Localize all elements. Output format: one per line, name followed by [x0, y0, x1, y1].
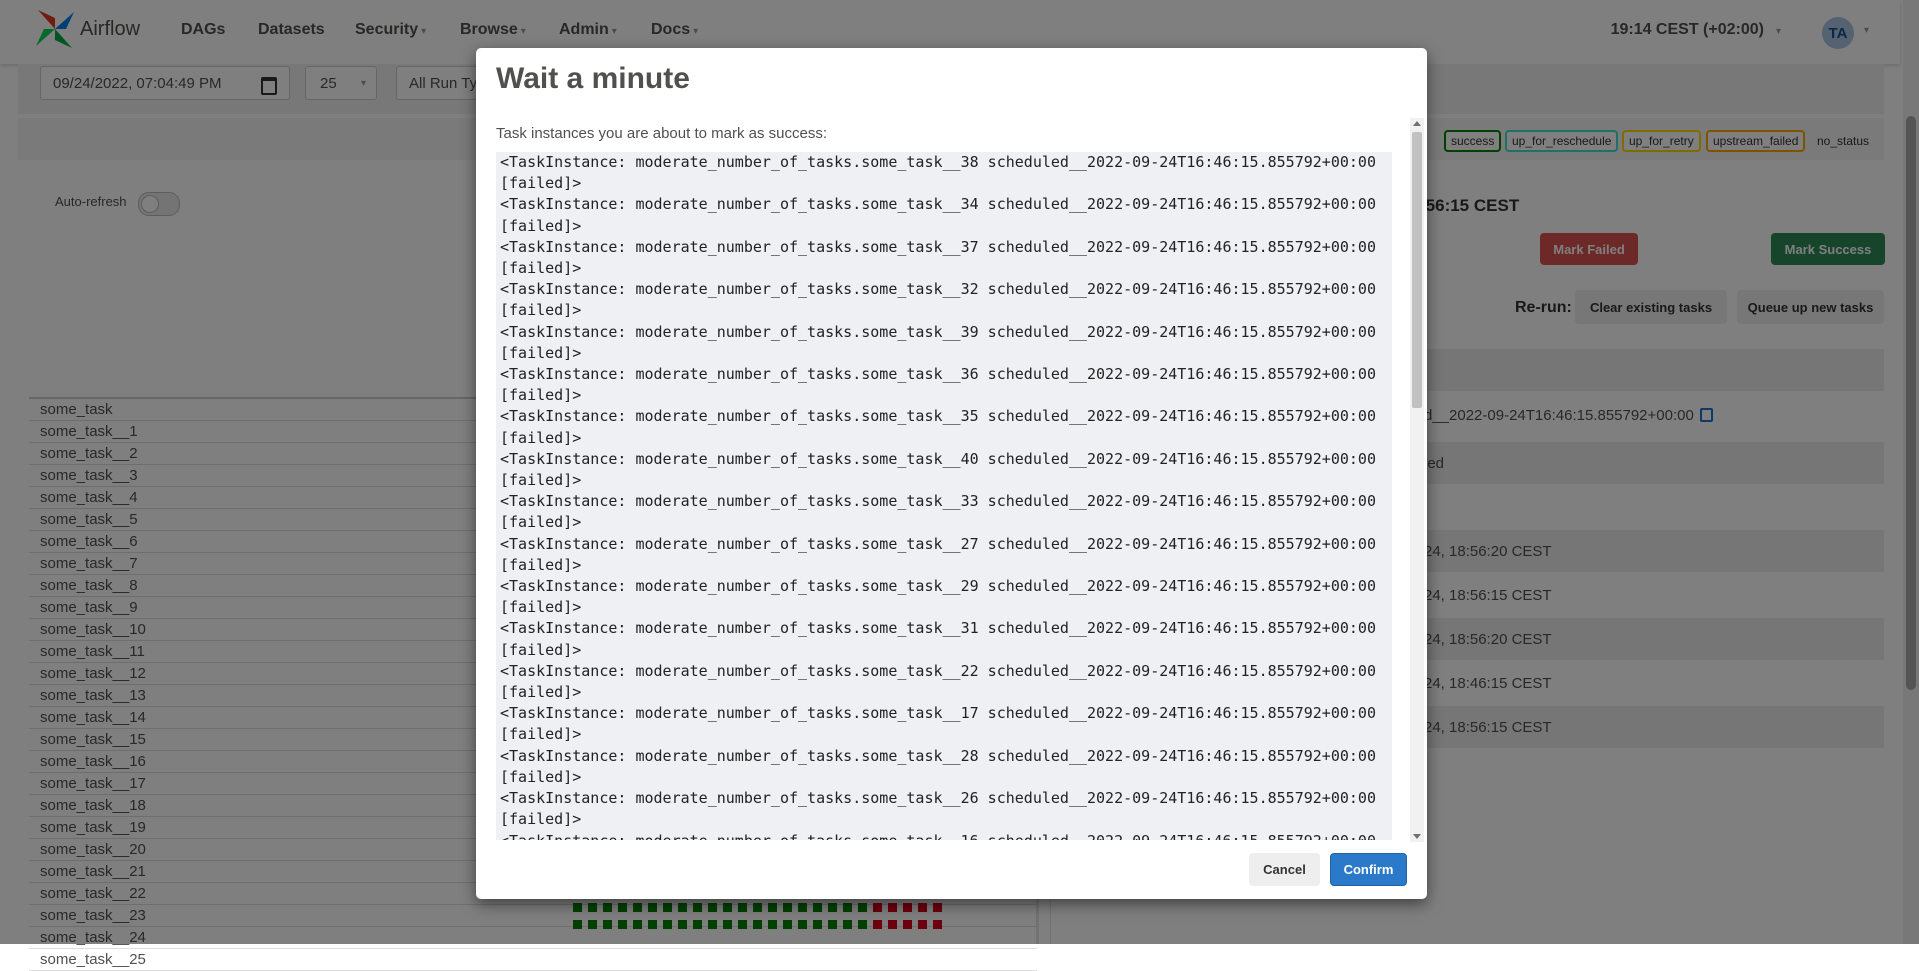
- task-instance-line: <TaskInstance: moderate_number_of_tasks.…: [500, 322, 1376, 341]
- task-instance-line: <TaskInstance: moderate_number_of_tasks.…: [500, 577, 1376, 596]
- task-instance-line: [failed]>: [500, 301, 582, 320]
- task-instance-line: <TaskInstance: moderate_number_of_tasks.…: [500, 704, 1376, 723]
- task-instance-line: [failed]>: [500, 513, 582, 532]
- task-instance-line: <TaskInstance: moderate_number_of_tasks.…: [496, 831, 1392, 841]
- task-instance-line: <TaskInstance: moderate_number_of_tasks.…: [500, 365, 1376, 384]
- dialog-scrollbar[interactable]: [1410, 118, 1424, 842]
- dialog-title: Wait a minute: [496, 62, 690, 95]
- confirm-mark-success-dialog: Wait a minute Task instances you are abo…: [476, 48, 1427, 899]
- task-instance-line: <TaskInstance: moderate_number_of_tasks.…: [500, 407, 1376, 426]
- confirm-button[interactable]: Confirm: [1330, 853, 1407, 886]
- task-instance-line: <TaskInstance: moderate_number_of_tasks.…: [500, 195, 1376, 214]
- cancel-button[interactable]: Cancel: [1249, 853, 1320, 886]
- task-instance-line: [failed]>: [500, 471, 582, 490]
- task-instance-line: [failed]>: [500, 428, 582, 447]
- task-instance-line: [failed]>: [500, 767, 582, 786]
- task-instance-line: [failed]>: [500, 810, 582, 829]
- task-instance-line: [failed]>: [500, 216, 582, 235]
- dialog-intro: Task instances you are about to mark as …: [496, 125, 827, 142]
- task-instance-line: <TaskInstance: moderate_number_of_tasks.…: [500, 789, 1376, 808]
- scroll-up-icon[interactable]: [1413, 121, 1421, 126]
- task-instance-line: <TaskInstance: moderate_number_of_tasks.…: [500, 619, 1376, 638]
- task-instance-line: [failed]>: [500, 683, 582, 702]
- task-instance-line: <TaskInstance: moderate_number_of_tasks.…: [500, 449, 1376, 468]
- task-instance-line: <TaskInstance: moderate_number_of_tasks.…: [500, 237, 1376, 256]
- task-instance-line: [failed]>: [500, 343, 582, 362]
- task-instance-line: [failed]>: [500, 725, 582, 744]
- task-instance-line: <TaskInstance: moderate_number_of_tasks.…: [500, 492, 1376, 511]
- task-instance-line: <TaskInstance: moderate_number_of_tasks.…: [500, 280, 1376, 299]
- task-instance-line: [failed]>: [500, 555, 582, 574]
- task-instance-line: <TaskInstance: moderate_number_of_tasks.…: [500, 661, 1376, 680]
- task-instance-line: [failed]>: [500, 598, 582, 617]
- task-instance-line: [failed]>: [500, 174, 582, 193]
- task-instance-line: <TaskInstance: moderate_number_of_tasks.…: [500, 746, 1376, 765]
- scroll-down-icon[interactable]: [1413, 834, 1421, 839]
- task-instance-line: [failed]>: [500, 386, 582, 405]
- task-instance-list[interactable]: <TaskInstance: moderate_number_of_tasks.…: [496, 152, 1392, 840]
- task-instance-line: [failed]>: [500, 259, 582, 278]
- task-row[interactable]: some_task__25: [29, 949, 1037, 971]
- task-instance-line: [failed]>: [500, 640, 582, 659]
- dialog-scrollbar-thumb[interactable]: [1412, 132, 1422, 408]
- task-instance-line: <TaskInstance: moderate_number_of_tasks.…: [500, 153, 1376, 171]
- task-instance-line: <TaskInstance: moderate_number_of_tasks.…: [500, 534, 1376, 553]
